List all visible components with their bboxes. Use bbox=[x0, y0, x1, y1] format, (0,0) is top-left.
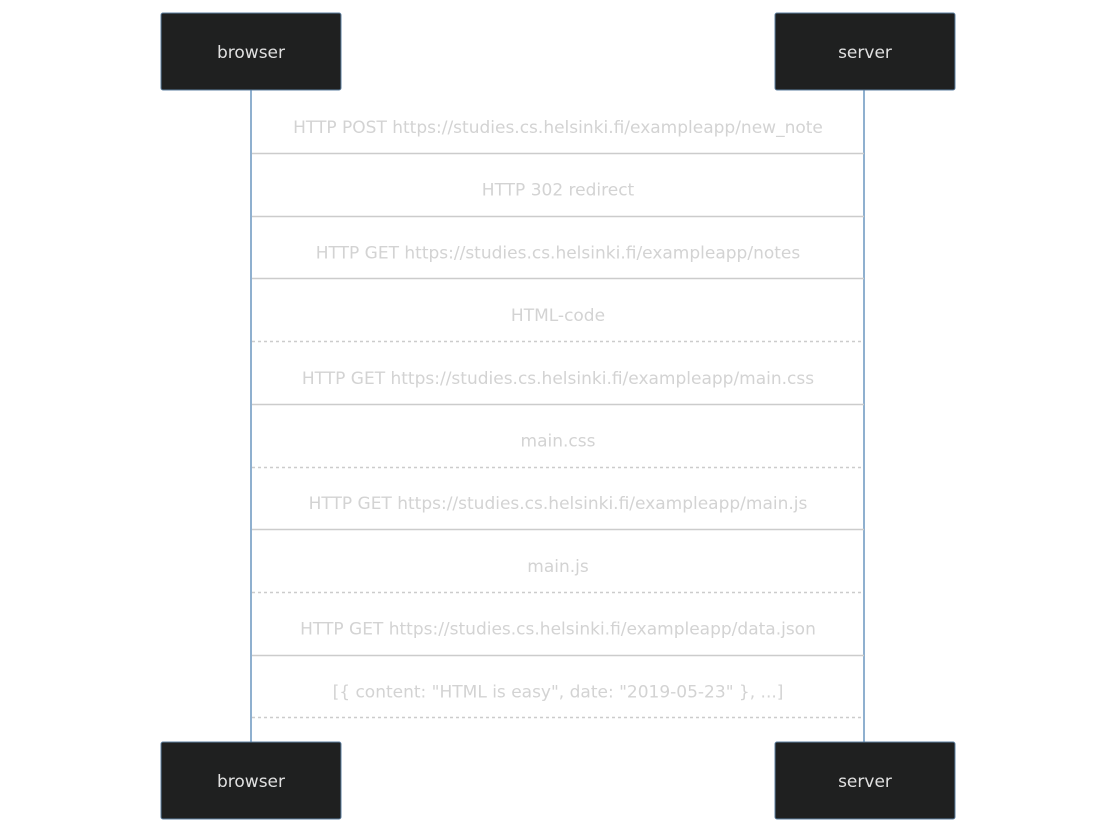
actor-server-top: server bbox=[774, 12, 956, 91]
message-label: main.js bbox=[527, 557, 589, 577]
message-label: HTTP 302 redirect bbox=[482, 181, 635, 201]
message-label: HTTP GET https://studies.cs.helsinki.fi/… bbox=[300, 620, 816, 640]
message-label: HTTP POST https://studies.cs.helsinki.fi… bbox=[293, 118, 823, 138]
message-label: HTTP GET https://studies.cs.helsinki.fi/… bbox=[316, 243, 801, 263]
message-label: HTTP GET https://studies.cs.helsinki.fi/… bbox=[302, 369, 814, 389]
actor-browser-bottom: browser bbox=[160, 741, 342, 820]
actor-server-top-label: server bbox=[838, 43, 892, 63]
actor-server-bottom: server bbox=[774, 741, 956, 820]
message-label: [{ content: "HTML is easy", date: "2019-… bbox=[333, 682, 784, 702]
actor-browser-top-label: browser bbox=[217, 43, 285, 63]
message-label: HTML-code bbox=[511, 306, 605, 326]
actor-browser-bottom-label: browser bbox=[217, 772, 285, 792]
message-label: main.css bbox=[521, 432, 596, 452]
message-list: HTTP POST https://studies.cs.helsinki.fi… bbox=[252, 118, 864, 719]
actor-server-bottom-label: server bbox=[838, 772, 892, 792]
message-label: HTTP GET https://studies.cs.helsinki.fi/… bbox=[309, 494, 808, 514]
sequence-diagram: browser server HTTP POST https://studies… bbox=[160, 12, 956, 820]
actor-browser-top: browser bbox=[160, 12, 342, 91]
